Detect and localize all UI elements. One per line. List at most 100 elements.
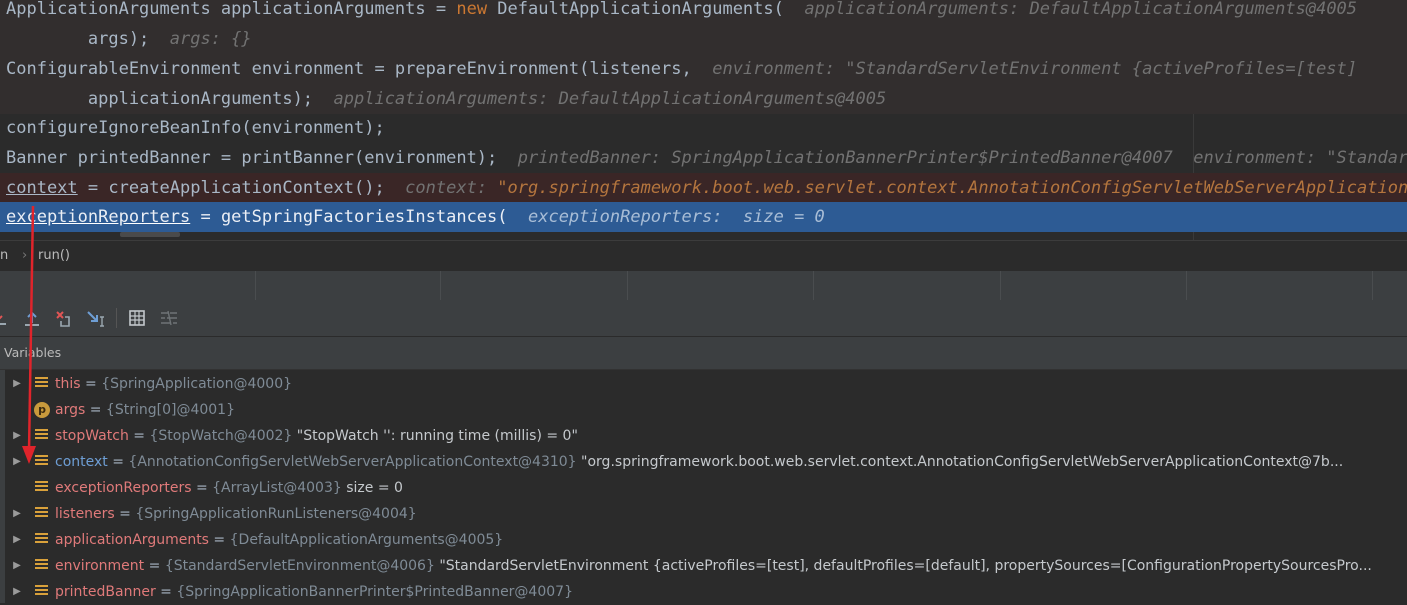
variable-row-listeners[interactable]: ▶ listeners = {SpringApplicationRunListe… [0,501,1407,527]
tab-divider [1000,271,1001,300]
code-text: ApplicationArguments applicationArgument… [6,0,457,19]
variables-title: Variables [4,345,62,360]
variable-type: {StandardServletEnvironment@4006} [164,558,435,574]
expand-arrow-icon[interactable]: ▶ [11,579,23,605]
variable-row-context[interactable]: ▶ context = {AnnotationConfigServletWebS… [0,449,1407,475]
debug-toolbar [0,300,1407,337]
variable-row-args[interactable]: p args = {String[0]@4001} [0,397,1407,423]
expand-arrow-icon[interactable]: ▶ [11,423,23,449]
toolbar-separator [116,308,117,328]
variable-type: {ArrayList@4003} [212,480,342,496]
breadcrumb: n › run() [0,240,1407,271]
variable-row-environment[interactable]: ▶ environment = {StandardServletEnvironm… [0,553,1407,579]
variable-name: environment [55,558,145,574]
code-text: DefaultApplicationArguments( [487,0,784,19]
variable-type: {StopWatch@4002} [149,428,293,444]
tab-divider [440,271,441,300]
expand-arrow-icon[interactable]: ▶ [11,449,23,475]
variable-value: size = 0 [346,480,403,496]
exception-reporters-variable[interactable]: exceptionReporters [6,207,190,227]
inline-debug-hint: applicationArguments: DefaultApplication… [783,0,1358,19]
variable-name: this [55,376,81,392]
code-text: ConfigurableEnvironment environment = pr… [6,59,692,79]
code-editor[interactable]: ApplicationArguments applicationArgument… [0,0,1407,240]
drop-frame-icon[interactable] [22,309,42,327]
variable-row-this[interactable]: ▶ this = {SpringApplication@4000} [0,371,1407,397]
code-text: = getSpringFactoriesInstances( [190,207,508,227]
field-icon [35,429,48,443]
execution-line[interactable]: exceptionReporters = getSpringFactoriesI… [0,202,1407,232]
breadcrumb-separator: › [22,248,28,263]
variable-row-application-arguments[interactable]: ▶ applicationArguments = {DefaultApplica… [0,527,1407,553]
inline-debug-hint: exceptionReporters: size = 0 [507,207,825,227]
variable-name: applicationArguments [55,532,209,548]
field-icon [35,455,48,469]
inline-debug-hint-value: "org.springframework.boot.web.servlet.co… [497,178,1407,198]
variable-name: exceptionReporters [55,480,192,496]
field-icon [35,377,48,391]
inline-debug-hint: environment: "StandardServletEnvironment… [691,59,1358,79]
expand-arrow-icon[interactable]: ▶ [11,553,23,579]
variable-type: {AnnotationConfigServletWebServerApplica… [128,454,577,470]
variables-panel-header: Variables [0,337,1407,370]
variable-type: {DefaultApplicationArguments@4005} [229,532,504,548]
field-icon [35,585,48,599]
keyword-new: new [456,0,488,19]
code-text: args); [6,29,150,49]
code-line-4[interactable]: applicationArguments); applicationArgume… [0,84,1407,114]
variable-name: args [55,402,86,418]
variable-row-printed-banner[interactable]: ▶ printedBanner = {SpringApplicationBann… [0,579,1407,605]
variable-type: {SpringApplicationRunListeners@4004} [135,506,417,522]
context-variable[interactable]: context [6,178,78,198]
tab-divider [627,271,628,300]
code-text: applicationArguments); [6,89,314,109]
variable-type: {SpringApplicationBannerPrinter$PrintedB… [176,584,573,600]
step-out-icon[interactable] [0,309,14,327]
variable-row-exception-reporters[interactable]: exceptionReporters = {ArrayList@4003} si… [0,475,1407,501]
variable-row-stopwatch[interactable]: ▶ stopWatch = {StopWatch@4002} "StopWatc… [0,423,1407,449]
inline-debug-hint: printedBanner: SpringApplicationBannerPr… [517,148,1407,168]
tab-divider [813,271,814,300]
variable-name: printedBanner [55,584,156,600]
field-icon [35,481,48,495]
code-line-5[interactable]: configureIgnoreBeanInfo(environment); [0,113,1407,143]
code-text: configureIgnoreBeanInfo(environment); [6,118,385,138]
code-text: = createApplicationContext(); [77,178,385,198]
variable-name: context [55,454,108,470]
variable-value: "org.springframework.boot.web.servlet.co… [581,454,1344,470]
expand-arrow-icon[interactable]: ▶ [11,371,23,397]
inline-debug-hint: applicationArguments: DefaultApplication… [313,89,887,109]
field-icon [35,559,48,573]
run-to-cursor-icon[interactable] [86,309,106,327]
variable-name: listeners [55,506,115,522]
parameter-icon: p [34,402,50,418]
tab-divider [255,271,256,300]
code-line-2[interactable]: args); args: {} [0,24,1407,54]
variable-value: "StopWatch '': running time (millis) = 0… [296,428,578,444]
code-line-1[interactable]: ApplicationArguments applicationArgument… [0,0,1407,24]
expand-arrow-icon[interactable]: ▶ [11,501,23,527]
variable-type: {String[0]@4001} [105,402,235,418]
breadcrumb-item-class[interactable]: n [0,241,8,271]
breadcrumb-item-method[interactable]: run() [38,241,70,271]
code-line-7[interactable]: context = createApplicationContext(); co… [0,173,1407,203]
field-icon [35,507,48,521]
inline-debug-hint: context: [384,178,498,198]
inline-debug-hint: args: {} [149,29,252,49]
variable-type: {SpringApplication@4000} [101,376,293,392]
tab-divider [1372,271,1373,300]
evaluate-expression-icon[interactable] [127,309,147,327]
horizontal-scrollbar[interactable] [120,232,180,237]
expand-arrow-icon[interactable]: ▶ [11,527,23,553]
force-step-over-icon[interactable] [54,309,74,327]
debug-tab-bar [0,271,1407,301]
tab-divider [1186,271,1187,300]
field-icon [35,533,48,547]
code-line-6[interactable]: Banner printedBanner = printBanner(envir… [0,143,1407,173]
code-text: Banner printedBanner = printBanner(envir… [6,148,498,168]
variable-value: "StandardServletEnvironment {activeProfi… [439,558,1372,574]
code-line-3[interactable]: ConfigurableEnvironment environment = pr… [0,54,1407,84]
trace-current-stream-icon[interactable] [159,309,179,327]
variables-tree[interactable]: ▶ this = {SpringApplication@4000} p args… [0,370,1407,603]
variable-name: stopWatch [55,428,129,444]
